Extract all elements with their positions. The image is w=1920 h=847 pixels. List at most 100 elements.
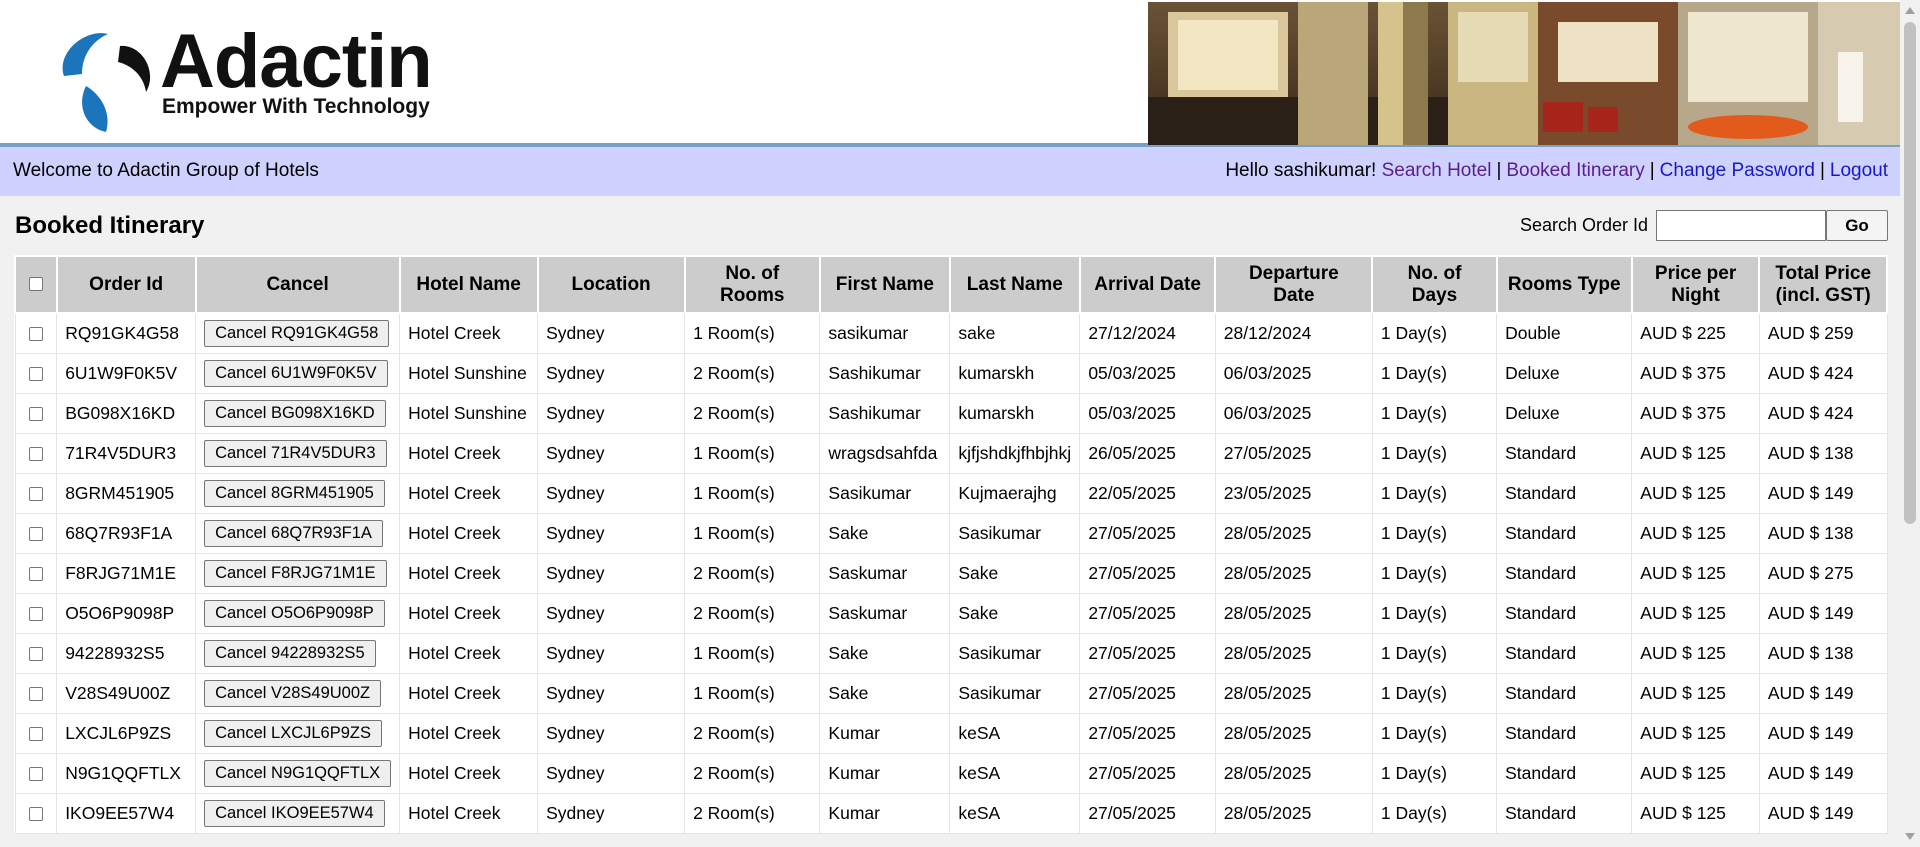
table-row: V28S49U00Z Cancel V28S49U00Z Hotel Creek Sy… <box>14 672 1888 714</box>
cancel-booking-button[interactable]: Cancel RQ91GK4G58 <box>204 319 390 347</box>
total-price-cell: AUD $ 149 <box>1758 592 1888 634</box>
col-first-name: First Name <box>818 255 951 314</box>
cancel-booking-button[interactable]: Cancel 8GRM451905 <box>204 479 385 507</box>
days-cell: 1 Day(s) <box>1371 392 1498 434</box>
row-select-checkbox[interactable] <box>28 366 43 381</box>
price-per-night-cell: AUD $ 125 <box>1631 712 1760 754</box>
price-per-night-cell: AUD $ 225 <box>1631 312 1760 354</box>
booked-itinerary-link[interactable]: Booked Itinerary <box>1506 160 1644 181</box>
location-cell: Sydney <box>537 592 686 634</box>
rooms-cell: 2 Room(s) <box>684 752 821 794</box>
col-order-id: Order Id <box>55 255 197 314</box>
col-arrival-date: Arrival Date <box>1078 255 1217 314</box>
departure-date-cell: 06/03/2025 <box>1214 352 1373 394</box>
go-button[interactable]: Go <box>1826 210 1888 241</box>
cancel-cell: Cancel 94228932S5 <box>195 632 401 674</box>
row-select-checkbox[interactable] <box>28 686 43 701</box>
arrival-date-cell: 27/05/2025 <box>1079 752 1216 794</box>
scroll-up-arrow-icon[interactable] <box>1905 7 1915 14</box>
arrival-date-cell: 26/05/2025 <box>1079 432 1216 474</box>
row-select-checkbox[interactable] <box>28 446 43 461</box>
row-select-checkbox[interactable] <box>28 726 43 741</box>
row-select-checkbox[interactable] <box>28 606 43 621</box>
last-name-cell: Sasikumar <box>949 512 1081 554</box>
days-cell: 1 Day(s) <box>1371 432 1498 474</box>
row-select-cell <box>14 712 58 754</box>
col-hotel-name: Hotel Name <box>398 255 539 314</box>
row-select-cell <box>14 672 58 714</box>
departure-date-cell: 28/05/2025 <box>1214 512 1373 554</box>
scroll-thumb[interactable] <box>1904 22 1916 524</box>
cancel-cell: Cancel 6U1W9F0K5V <box>195 352 401 394</box>
cancel-booking-button[interactable]: Cancel IKO9EE57W4 <box>204 799 385 827</box>
price-per-night-cell: AUD $ 125 <box>1631 632 1760 674</box>
cancel-booking-button[interactable]: Cancel BG098X16KD <box>204 399 386 427</box>
table-row: IKO9EE57W4 Cancel IKO9EE57W4 Hotel Creek Sy… <box>14 792 1888 834</box>
price-per-night-cell: AUD $ 125 <box>1631 792 1760 834</box>
row-select-checkbox[interactable] <box>28 766 43 781</box>
price-per-night-cell: AUD $ 375 <box>1631 392 1760 434</box>
departure-date-cell: 28/05/2025 <box>1214 792 1373 834</box>
first-name-cell: Sake <box>819 632 951 674</box>
col-location: Location <box>536 255 686 314</box>
vertical-scrollbar[interactable] <box>1900 0 1920 847</box>
cancel-booking-button[interactable]: Cancel 6U1W9F0K5V <box>204 359 388 387</box>
total-price-cell: AUD $ 138 <box>1758 632 1888 674</box>
last-name-cell: sake <box>949 312 1081 354</box>
days-cell: 1 Day(s) <box>1371 752 1498 794</box>
price-per-night-cell: AUD $ 375 <box>1631 352 1760 394</box>
hotel-name-cell: Hotel Creek <box>399 512 539 554</box>
total-price-cell: AUD $ 149 <box>1758 472 1888 514</box>
location-cell: Sydney <box>537 312 686 354</box>
cancel-booking-button[interactable]: Cancel O5O6P9098P <box>204 599 385 627</box>
cancel-booking-button[interactable]: Cancel F8RJG71M1E <box>204 559 387 587</box>
row-select-checkbox[interactable] <box>28 406 43 421</box>
select-all-checkbox[interactable] <box>28 277 43 292</box>
table-row: F8RJG71M1E Cancel F8RJG71M1E Hotel Creek Sy… <box>14 552 1888 594</box>
arrival-date-cell: 27/12/2024 <box>1079 312 1216 354</box>
cancel-booking-button[interactable]: Cancel 94228932S5 <box>204 639 376 667</box>
row-select-checkbox[interactable] <box>28 646 43 661</box>
price-per-night-cell: AUD $ 125 <box>1631 592 1760 634</box>
first-name-cell: Kumar <box>819 792 951 834</box>
hotel-name-cell: Hotel Creek <box>399 312 539 354</box>
scroll-down-arrow-icon[interactable] <box>1905 833 1915 840</box>
rooms-cell: 1 Room(s) <box>684 472 821 514</box>
welcome-bar: Welcome to Adactin Group of Hotels Hello… <box>0 147 1900 196</box>
order-id-cell: V28S49U00Z <box>56 672 197 714</box>
departure-date-cell: 28/12/2024 <box>1214 312 1373 354</box>
nav-separator: | <box>1649 160 1655 181</box>
nav-separator: | <box>1819 160 1825 181</box>
col-departure-line1: Departure <box>1248 262 1339 284</box>
logout-link[interactable]: Logout <box>1830 160 1888 181</box>
table-row: N9G1QQFTLX Cancel N9G1QQFTLX Hotel Creek Sy… <box>14 752 1888 794</box>
cancel-booking-button[interactable]: Cancel 71R4V5DUR3 <box>204 439 387 467</box>
days-cell: 1 Day(s) <box>1371 592 1498 634</box>
change-password-link[interactable]: Change Password <box>1660 160 1815 181</box>
order-id-cell: 94228932S5 <box>56 632 197 674</box>
price-per-night-cell: AUD $ 125 <box>1631 552 1760 594</box>
cancel-booking-button[interactable]: Cancel N9G1QQFTLX <box>204 759 392 787</box>
hotel-name-cell: Hotel Creek <box>399 472 539 514</box>
location-cell: Sydney <box>537 512 686 554</box>
row-select-cell <box>14 432 58 474</box>
cancel-booking-button[interactable]: Cancel LXCJL6P9ZS <box>204 719 382 747</box>
days-cell: 1 Day(s) <box>1371 552 1498 594</box>
days-cell: 1 Day(s) <box>1371 672 1498 714</box>
hotel-lobby-banner <box>1148 2 1900 145</box>
hotel-name-cell: Hotel Sunshine <box>399 392 539 434</box>
search-hotel-link[interactable]: Search Hotel <box>1382 160 1492 181</box>
row-select-checkbox[interactable] <box>28 486 43 501</box>
total-price-cell: AUD $ 424 <box>1758 352 1888 394</box>
departure-date-cell: 28/05/2025 <box>1214 752 1373 794</box>
col-departure-line2: Date <box>1273 284 1315 306</box>
cancel-booking-button[interactable]: Cancel V28S49U00Z <box>204 679 382 707</box>
cancel-booking-button[interactable]: Cancel 68Q7R93F1A <box>204 519 383 547</box>
row-select-checkbox[interactable] <box>28 566 43 581</box>
row-select-checkbox[interactable] <box>28 806 43 821</box>
row-select-checkbox[interactable] <box>28 327 43 342</box>
row-select-checkbox[interactable] <box>28 526 43 541</box>
location-cell: Sydney <box>537 552 686 594</box>
brand-tagline: Empower With Technology <box>162 95 430 118</box>
search-order-input[interactable] <box>1656 210 1826 241</box>
